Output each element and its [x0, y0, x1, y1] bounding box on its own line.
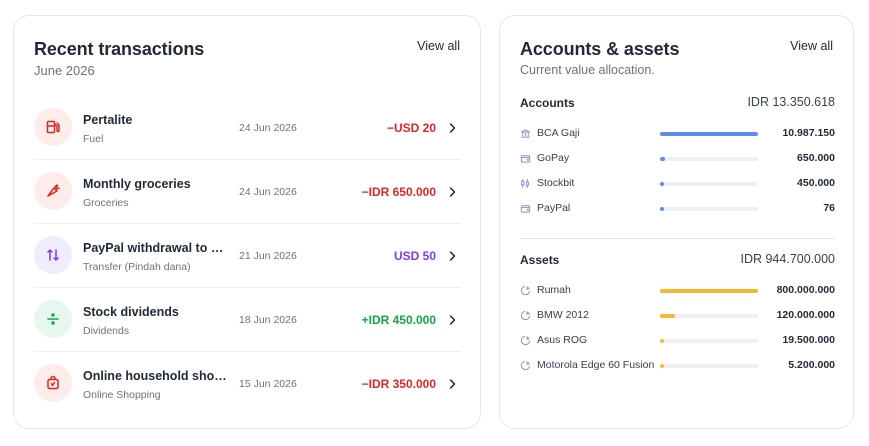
asset-value: 19.500.000	[782, 334, 835, 346]
allocation-bar	[660, 182, 758, 186]
pie-chart-icon	[520, 335, 531, 346]
transactions-list: Pertalite Fuel 24 Jun 2026 −USD 20 Monthly g…	[34, 96, 461, 416]
chevron-right-icon[interactable]	[447, 121, 457, 133]
asset-row[interactable]: Asus ROG 19.500.000	[520, 333, 835, 349]
transaction-date: 15 Jun 2026	[239, 378, 297, 390]
account-value: 76	[823, 202, 835, 214]
asset-row[interactable]: Motorola Edge 60 Fusion 5.200.000	[520, 358, 835, 374]
account-row[interactable]: BCA Gaji 10.987.150	[520, 126, 835, 142]
account-value: 10.987.150	[782, 127, 835, 139]
accounts-total: IDR 13.350.618	[747, 95, 835, 109]
allocation-bar-fill	[660, 289, 758, 293]
allocation-bar	[660, 339, 758, 343]
allocation-bar	[660, 314, 758, 318]
transaction-row[interactable]: Pertalite Fuel 24 Jun 2026 −USD 20	[34, 96, 461, 160]
accounts-assets-subtitle: Current value allocation.	[520, 63, 655, 77]
transaction-row[interactable]: Stock dividends Dividends 18 Jun 2026 +IDR …	[34, 288, 461, 352]
asset-value: 800.000.000	[776, 284, 835, 296]
account-name: PayPal	[537, 202, 571, 214]
allocation-bar	[660, 157, 758, 161]
bank-icon	[520, 128, 531, 139]
asset-row[interactable]: Rumah 800.000.000	[520, 283, 835, 299]
transaction-date: 18 Jun 2026	[239, 314, 297, 326]
transaction-date: 21 Jun 2026	[239, 250, 297, 262]
transaction-category: Fuel	[83, 133, 104, 145]
allocation-bar-fill	[660, 314, 675, 318]
assets-section-label: Assets	[520, 253, 560, 267]
transactions-view-all-link[interactable]: View all	[417, 39, 460, 53]
transaction-row[interactable]: PayPal withdrawal to BCA Transfer (Pindah…	[34, 224, 461, 288]
wallet-icon	[520, 203, 531, 214]
assets-section-header: Assets IDR 944.700.000	[520, 252, 835, 271]
pie-chart-icon	[520, 310, 531, 321]
asset-name: BMW 2012	[537, 309, 589, 321]
chevron-right-icon[interactable]	[447, 249, 457, 261]
accounts-view-all-link[interactable]: View all	[790, 39, 833, 53]
allocation-bar-fill	[660, 339, 664, 343]
transaction-amount: USD 50	[393, 249, 436, 263]
asset-name: Rumah	[537, 284, 571, 296]
transaction-name: Online household shopping	[83, 369, 228, 383]
transfer-arrows-icon	[34, 236, 72, 274]
transaction-amount: +IDR 450.000	[361, 313, 436, 327]
accounts-section-label: Accounts	[520, 96, 575, 110]
transaction-row[interactable]: Monthly groceries Groceries 24 Jun 2026 −ID…	[34, 160, 461, 224]
account-row[interactable]: GoPay 650.000	[520, 151, 835, 167]
recent-transactions-card: Recent transactions June 2026 View all P…	[13, 15, 481, 429]
asset-value: 120.000.000	[776, 309, 835, 321]
transaction-amount: −USD 20	[386, 121, 436, 135]
section-divider	[520, 238, 835, 239]
allocation-bar	[660, 289, 758, 293]
allocation-bar-fill	[660, 207, 664, 211]
transaction-amount: −IDR 350.000	[361, 377, 436, 391]
account-name: Stockbit	[537, 177, 575, 189]
pie-chart-icon	[520, 285, 531, 296]
shopping-bag-icon	[34, 364, 72, 402]
transaction-row[interactable]: Online household shopping Online Shopping…	[34, 352, 461, 416]
carrot-icon	[34, 172, 72, 210]
asset-value: 5.200.000	[788, 359, 835, 371]
allocation-bar-fill	[660, 364, 664, 368]
transaction-category: Groceries	[83, 197, 129, 209]
chevron-right-icon[interactable]	[447, 185, 457, 197]
fuel-icon	[34, 108, 72, 146]
asset-name: Asus ROG	[537, 334, 588, 346]
allocation-bar-fill	[660, 157, 665, 161]
transaction-name: Stock dividends	[83, 305, 179, 319]
account-row[interactable]: PayPal 76	[520, 201, 835, 217]
transaction-name: Monthly groceries	[83, 177, 191, 191]
allocation-bar	[660, 132, 758, 136]
transaction-category: Dividends	[83, 325, 130, 337]
allocation-bar	[660, 364, 758, 368]
transaction-name: Pertalite	[83, 113, 133, 127]
wallet-icon	[520, 153, 531, 164]
asset-row[interactable]: BMW 2012 120.000.000	[520, 308, 835, 324]
accounts-section-header: Accounts IDR 13.350.618	[520, 95, 835, 114]
recent-transactions-title: Recent transactions	[34, 39, 205, 59]
chevron-right-icon[interactable]	[447, 313, 457, 325]
transaction-date: 24 Jun 2026	[239, 186, 297, 198]
transaction-date: 24 Jun 2026	[239, 122, 297, 134]
allocation-bar-fill	[660, 182, 664, 186]
accounts-assets-title: Accounts & assets	[520, 39, 680, 59]
account-name: BCA Gaji	[537, 127, 580, 139]
transaction-category: Transfer (Pindah dana)	[83, 261, 191, 273]
allocation-bar	[660, 207, 758, 211]
account-name: GoPay	[537, 152, 570, 164]
accounts-assets-card: Accounts & assets Current value allocati…	[499, 15, 854, 429]
account-value: 650.000	[797, 152, 835, 164]
account-row[interactable]: Stockbit 450.000	[520, 176, 835, 192]
account-value: 450.000	[797, 177, 835, 189]
transaction-category: Online Shopping	[83, 389, 161, 401]
recent-transactions-period: June 2026	[34, 63, 95, 78]
transaction-name: PayPal withdrawal to BCA	[83, 241, 228, 255]
assets-total: IDR 944.700.000	[740, 252, 835, 266]
asset-name: Motorola Edge 60 Fusion	[537, 359, 655, 371]
allocation-bar-fill	[660, 132, 758, 136]
pie-chart-icon	[520, 360, 531, 371]
chevron-right-icon[interactable]	[447, 377, 457, 389]
divide-icon	[34, 300, 72, 338]
transaction-amount: −IDR 650.000	[361, 185, 436, 199]
stock-icon	[520, 178, 531, 189]
